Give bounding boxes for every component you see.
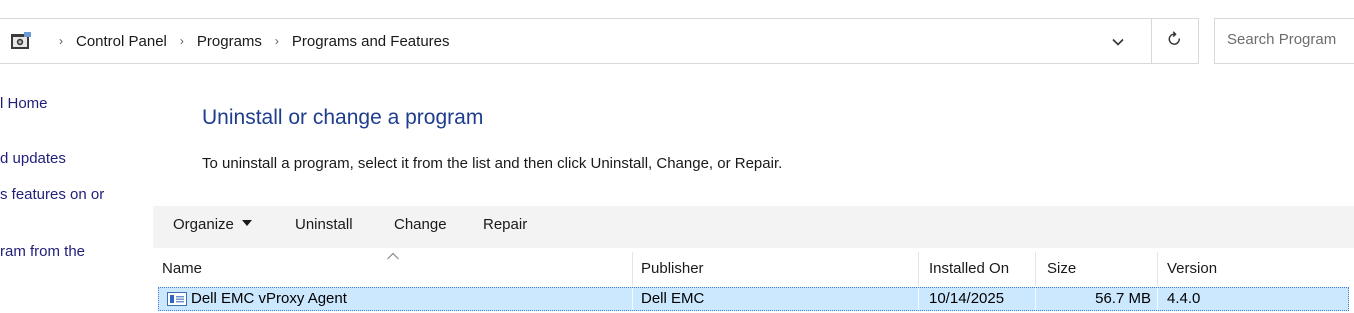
program-name: Dell EMC vProxy Agent	[191, 290, 347, 307]
change-button[interactable]: Change	[394, 216, 447, 233]
column-divider[interactable]	[918, 252, 919, 286]
address-bar[interactable]: › Control Panel › Programs › Programs an…	[0, 18, 1152, 64]
column-divider[interactable]	[632, 252, 633, 286]
page-description: To uninstall a program, select it from t…	[202, 155, 783, 172]
search-input[interactable]	[1227, 31, 1354, 48]
row-divider	[918, 288, 919, 310]
organize-label[interactable]: Organize	[173, 216, 234, 233]
refresh-button[interactable]	[1152, 18, 1199, 64]
row-divider	[632, 288, 633, 310]
command-bar: Organize Uninstall Change Repair	[153, 206, 1354, 248]
breadcrumb: › Control Panel › Programs › Programs an…	[46, 19, 450, 63]
install-from-network-link[interactable]: ram from the	[0, 243, 85, 260]
control-panel-home-link[interactable]: l Home	[0, 95, 48, 112]
column-header-installed-on[interactable]: Installed On	[929, 259, 1009, 283]
table-row[interactable]: Dell EMC vProxy Agent Dell EMC 10/14/202…	[158, 287, 1349, 311]
column-header-size[interactable]: Size	[1047, 259, 1076, 283]
column-divider[interactable]	[1157, 252, 1158, 286]
windows-features-link[interactable]: s features on or	[0, 186, 104, 203]
column-header-name[interactable]: Name	[162, 259, 202, 283]
uninstall-button[interactable]: Uninstall	[295, 216, 353, 233]
row-divider	[1157, 288, 1158, 310]
refresh-icon[interactable]	[1168, 30, 1182, 52]
breadcrumb-programs-and-features[interactable]: Programs and Features	[292, 33, 450, 50]
search-box[interactable]	[1214, 18, 1354, 64]
chevron-down-icon[interactable]	[1106, 31, 1130, 53]
page-title: Uninstall or change a program	[202, 106, 484, 129]
program-publisher: Dell EMC	[641, 290, 705, 307]
program-installed-on: 10/14/2025	[929, 290, 1005, 307]
column-header-version[interactable]: Version	[1167, 259, 1217, 283]
sort-up-icon	[386, 248, 400, 260]
breadcrumb-separator-icon[interactable]: ›	[178, 34, 186, 48]
caret-down-icon[interactable]	[241, 220, 252, 227]
column-header-publisher[interactable]: Publisher	[641, 259, 704, 283]
program-icon	[167, 292, 187, 306]
repair-button[interactable]: Repair	[483, 216, 527, 233]
organize-button[interactable]: Organize	[173, 216, 252, 233]
control-panel-icon[interactable]	[10, 31, 32, 51]
program-size: 56.7 MB	[1095, 290, 1151, 307]
breadcrumb-programs[interactable]: Programs	[197, 33, 262, 50]
breadcrumb-separator-icon[interactable]: ›	[57, 34, 65, 48]
view-installed-updates-link[interactable]: d updates	[0, 150, 66, 167]
column-divider[interactable]	[1035, 252, 1036, 286]
breadcrumb-separator-icon[interactable]: ›	[273, 34, 281, 48]
program-version: 4.4.0	[1167, 290, 1201, 307]
breadcrumb-control-panel[interactable]: Control Panel	[76, 33, 167, 50]
